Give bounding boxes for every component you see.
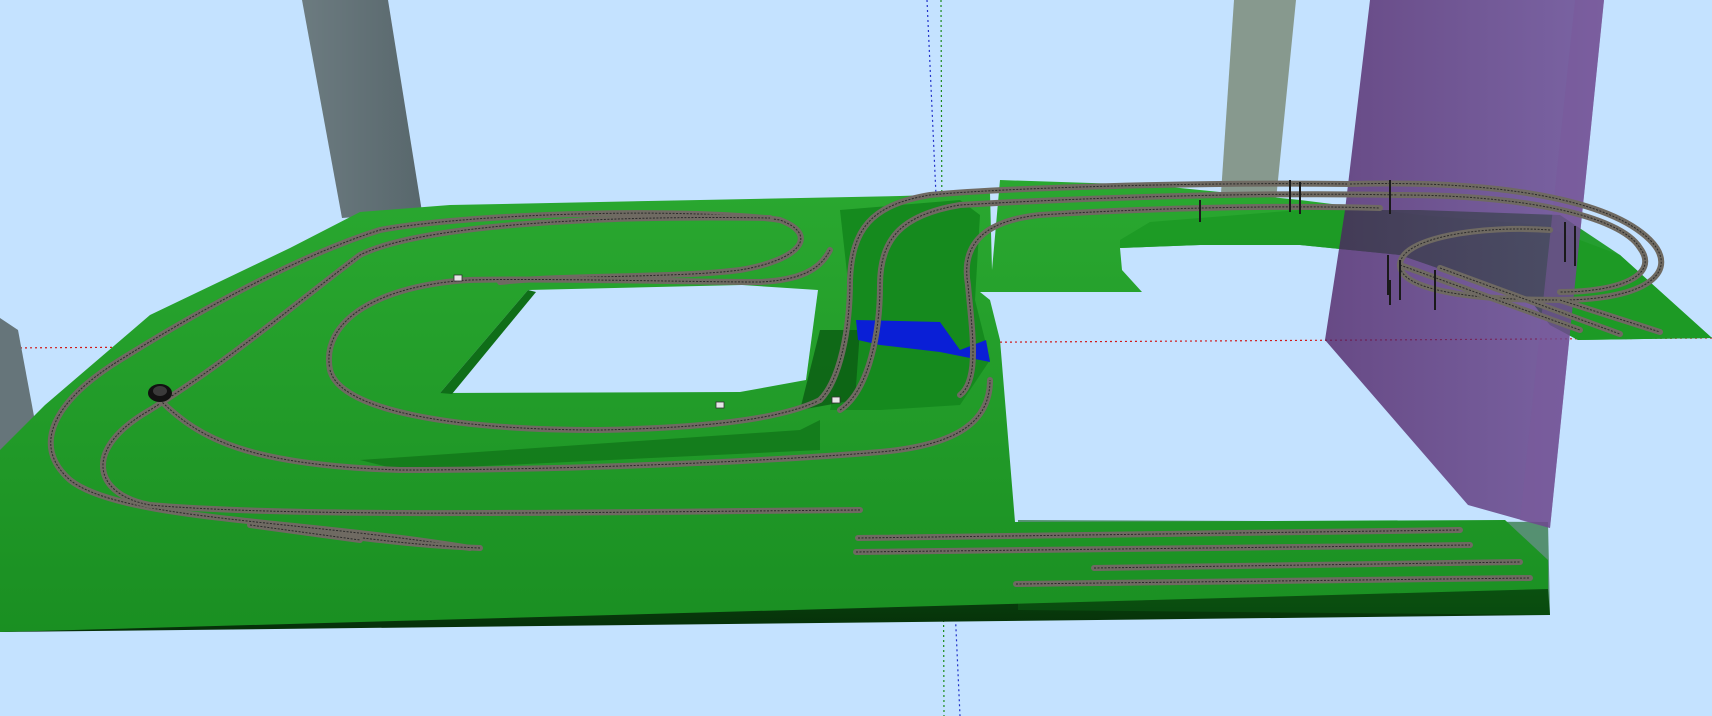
signal-icon[interactable] bbox=[715, 401, 725, 409]
signal-icon[interactable] bbox=[831, 396, 841, 404]
signal-icon[interactable] bbox=[453, 274, 463, 282]
layout-3d-viewport[interactable] bbox=[0, 0, 1712, 716]
support-pillar-left[interactable] bbox=[302, 0, 422, 218]
tunnel-portal-icon[interactable] bbox=[148, 384, 172, 402]
scene-canvas[interactable] bbox=[0, 0, 1712, 716]
